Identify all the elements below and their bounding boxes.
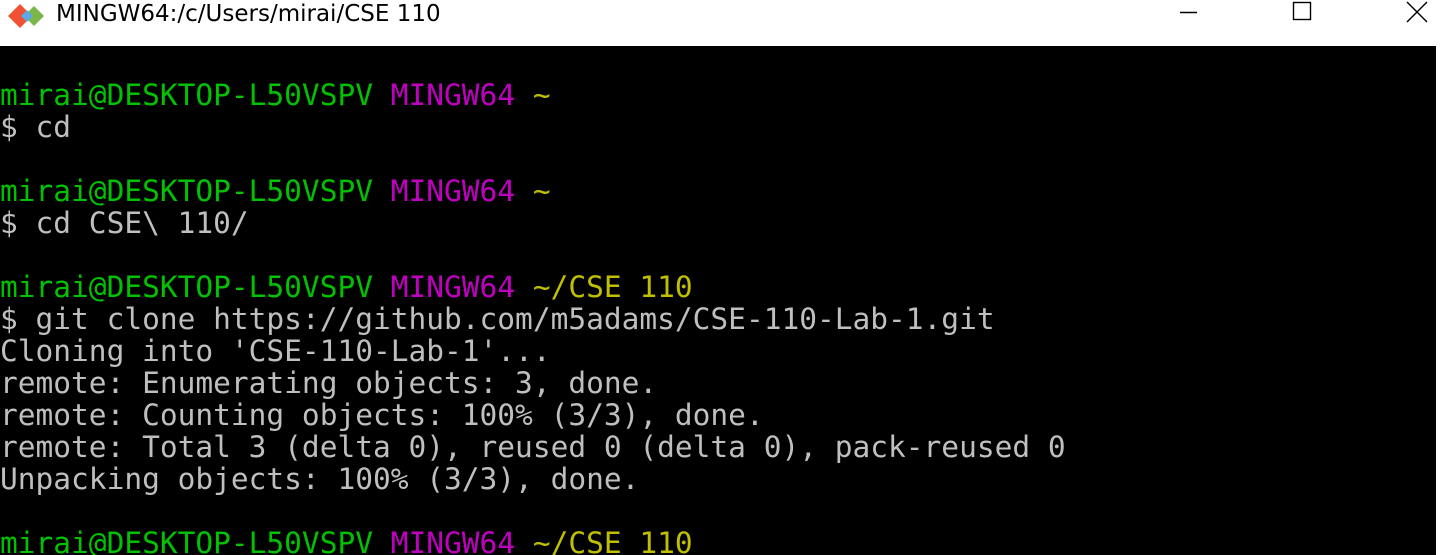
output-line: remote: Counting objects: 100% (3/3), do… [0,398,764,432]
close-button[interactable] [1385,0,1441,32]
window-border [1436,46,1441,555]
prompt-shell: MINGW64 [390,526,516,555]
maximize-icon [1292,1,1312,21]
prompt-user-host: mirai@DESKTOP-L50VSPV [0,78,373,112]
command-line: $ cd [0,110,72,144]
output-line: Cloning into 'CSE-110-Lab-1'... [0,334,551,368]
minimize-button[interactable] [1160,0,1216,32]
maximize-button[interactable] [1274,0,1330,32]
prompt-path: ~ [532,78,551,112]
close-icon [1406,1,1428,23]
prompt-path: ~/CSE 110 [532,270,693,304]
prompt-line: mirai@DESKTOP-L50VSPV MINGW64 ~ [0,175,551,207]
prompt-line: mirai@DESKTOP-L50VSPV MINGW64 ~/CSE 110 [0,271,693,303]
window-title: MINGW64:/c/Users/mirai/CSE 110 [56,1,441,27]
output-line: remote: Total 3 (delta 0), reused 0 (del… [0,430,1066,464]
prompt-user-host: mirai@DESKTOP-L50VSPV [0,526,373,555]
git-bash-icon [8,4,44,28]
terminal-area[interactable]: mirai@DESKTOP-L50VSPV MINGW64 ~ $ cd mir… [0,46,1436,555]
prompt-shell: MINGW64 [390,78,516,112]
prompt-user-host: mirai@DESKTOP-L50VSPV [0,174,373,208]
prompt-line: mirai@DESKTOP-L50VSPV MINGW64 ~/CSE 110 [0,527,693,555]
prompt-user-host: mirai@DESKTOP-L50VSPV [0,270,373,304]
prompt-shell: MINGW64 [390,174,516,208]
terminal-window: MINGW64:/c/Users/mirai/CSE 110 mirai@DES… [0,0,1441,555]
output-line: Unpacking objects: 100% (3/3), done. [0,462,640,496]
output-line: remote: Enumerating objects: 3, done. [0,366,658,400]
title-bar[interactable]: MINGW64:/c/Users/mirai/CSE 110 [0,0,1441,46]
command-line: $ cd CSE\ 110/ [0,206,249,240]
prompt-shell: MINGW64 [390,270,516,304]
command-line: $ git clone https://github.com/m5adams/C… [0,302,995,336]
prompt-line: mirai@DESKTOP-L50VSPV MINGW64 ~ [0,79,551,111]
prompt-path: ~ [532,174,551,208]
prompt-path: ~/CSE 110 [532,526,693,555]
minimize-icon [1180,11,1197,14]
